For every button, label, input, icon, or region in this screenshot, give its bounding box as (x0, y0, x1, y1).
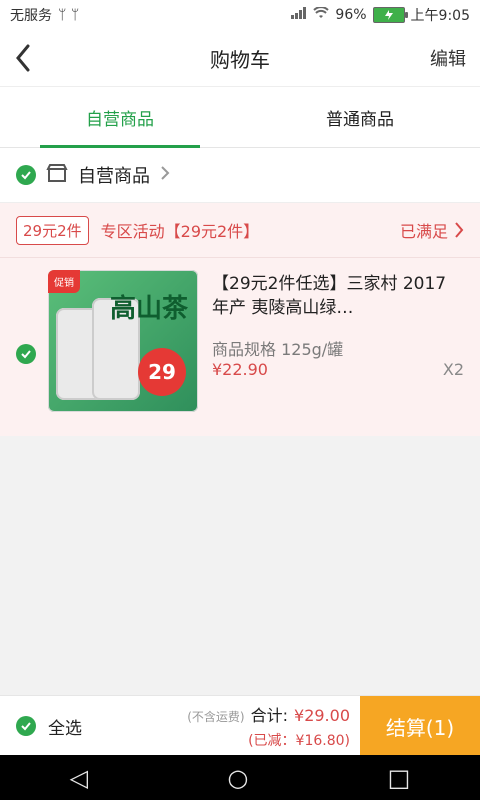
tab-label: 自营商品 (86, 109, 154, 130)
product-spec: 商品规格 125g/罐 (212, 340, 344, 359)
store-row: 自营商品 (0, 148, 480, 203)
promo-badge: 29元2件 (16, 215, 89, 245)
thumb-corner: 促销 (48, 270, 80, 293)
battery-percent: 96% (335, 7, 367, 23)
usb-icon: ᛘ ᛘ (58, 7, 80, 23)
no-shipping-note: (不含运费) (187, 710, 245, 724)
checkout-button[interactable]: 结算(1) (360, 696, 480, 756)
store-icon (46, 162, 68, 188)
store-select-checkbox[interactable] (16, 165, 36, 185)
carrier-text: 无服务 (10, 8, 52, 24)
top-bar: 购物车 编辑 (0, 30, 480, 86)
page-title: 购物车 (210, 47, 270, 72)
chevron-left-icon (16, 44, 30, 72)
empty-area (0, 436, 480, 696)
item-select-checkbox[interactable] (16, 344, 36, 364)
system-nav-bar: ◁ ○ □ (0, 755, 480, 800)
promo-status-text: 已满足 (399, 222, 448, 241)
discount-amount: (已减：¥16.80) (248, 733, 350, 749)
chevron-right-icon (455, 222, 464, 238)
product-name[interactable]: 【29元2件任选】三家村 2017 年产 夷陵高山绿… (212, 272, 464, 320)
battery-icon (372, 7, 408, 23)
price-row: ¥22.90 X2 (212, 360, 464, 379)
select-all[interactable]: 全选 (0, 714, 186, 739)
product-price: ¥22.90 (212, 360, 268, 379)
signal-icon (291, 7, 307, 23)
summary-bar: 全选 (不含运费) 合计: ¥29.00 (已减：¥16.80) 结算(1) (0, 695, 480, 756)
chevron-right-icon[interactable] (160, 165, 170, 185)
check-icon (21, 350, 31, 359)
product-image[interactable]: 促销 高山茶 29 (48, 270, 198, 412)
status-bar: 无服务 ᛘ ᛘ 96% 上午9:05 (0, 0, 480, 30)
nav-back-icon[interactable]: ◁ (70, 764, 88, 792)
tab-normal[interactable]: 普通商品 (240, 87, 480, 147)
tabs: 自营商品 普通商品 (0, 86, 480, 148)
totals: (不含运费) 合计: ¥29.00 (已减：¥16.80) (186, 702, 360, 750)
select-all-checkbox[interactable] (16, 716, 36, 736)
item-info: 【29元2件任选】三家村 2017 年产 夷陵高山绿… 商品规格 125g/罐 … (212, 270, 464, 405)
select-all-label: 全选 (48, 718, 82, 739)
back-button[interactable] (14, 40, 50, 76)
nav-home-icon[interactable]: ○ (227, 764, 248, 792)
wifi-icon (313, 6, 330, 23)
nav-recent-icon[interactable]: □ (388, 764, 411, 792)
product-quantity: X2 (442, 360, 464, 379)
total-amount: ¥29.00 (294, 706, 350, 725)
promo-status[interactable]: 已满足 (400, 218, 464, 242)
thumb-price: 29 (148, 360, 176, 384)
check-icon (21, 171, 31, 180)
total-label: 合计: (250, 706, 289, 725)
promotion-row[interactable]: 29元2件 专区活动【29元2件】 已满足 (0, 203, 480, 258)
thumb-price-badge: 29 (138, 348, 186, 396)
thumb-title: 高山茶 (109, 294, 188, 324)
store-name[interactable]: 自营商品 (78, 162, 150, 188)
check-icon (21, 722, 31, 731)
tab-self-operated[interactable]: 自营商品 (0, 87, 240, 148)
edit-button[interactable]: 编辑 (430, 45, 466, 71)
tab-label: 普通商品 (326, 109, 394, 130)
clock-text: 上午9:05 (410, 8, 470, 24)
promo-text: 专区活动【29元2件】 (100, 222, 260, 241)
cart-item[interactable]: 促销 高山茶 29 【29元2件任选】三家村 2017 年产 夷陵高山绿… 商品… (0, 258, 480, 436)
